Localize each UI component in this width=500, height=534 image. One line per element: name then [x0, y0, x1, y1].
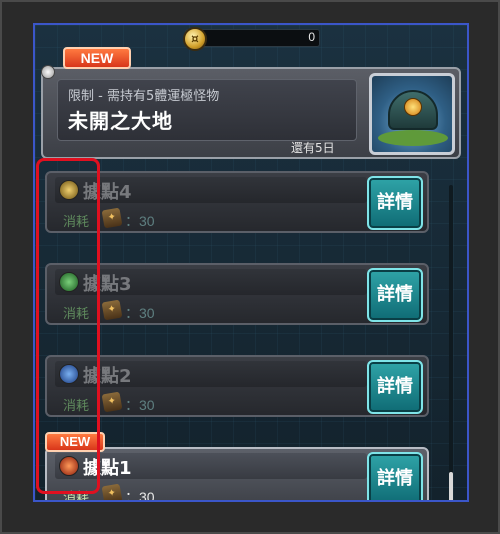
ground-shape — [378, 130, 448, 146]
stamina-icon: ✦ — [101, 299, 123, 321]
scrollbar-thumb[interactable] — [449, 472, 453, 500]
base-row-4[interactable]: 據點4 消耗 ✦ ：30 詳情 — [45, 171, 429, 233]
cost-value: ：30 — [125, 397, 155, 413]
stamina-icon: ✦ — [101, 207, 123, 229]
remaining-days: 還有5日 — [291, 141, 335, 155]
stage-condition: 限制 - 需持有5體運極怪物 — [68, 89, 220, 104]
stage-thumbnail — [369, 73, 455, 155]
base-row-3[interactable]: 據點3 消耗 ✦ ：30 詳情 — [45, 263, 429, 325]
stage-title: 未開之大地 — [68, 109, 173, 133]
scrollbar-track[interactable] — [449, 185, 453, 485]
currency-count: 0 — [308, 30, 315, 44]
base-row-2[interactable]: 據點2 消耗 ✦ ：30 詳情 — [45, 355, 429, 417]
detail-button[interactable]: 詳情 — [367, 360, 423, 414]
new-badge: NEW — [63, 47, 131, 69]
stamina-icon: ✦ — [101, 483, 123, 500]
emblem-icon — [404, 98, 422, 116]
detail-button[interactable]: 詳情 — [367, 176, 423, 230]
stage-info-panel: 限制 - 需持有5體運極怪物 未開之大地 — [57, 79, 357, 141]
coin-icon: ¤ — [183, 27, 207, 51]
base-row-1[interactable]: 據點1 消耗 ✦ ：30 詳情 — [45, 447, 429, 502]
cost-value: ：30 — [125, 489, 155, 502]
highlight-annotation — [36, 158, 100, 494]
detail-button[interactable]: 詳情 — [367, 268, 423, 322]
cost-value: ：30 — [125, 213, 155, 229]
pin-icon — [41, 65, 55, 79]
cost-value: ：30 — [125, 305, 155, 321]
stage-header-card[interactable]: 限制 - 需持有5體運極怪物 未開之大地 還有5日 — [41, 67, 461, 159]
stamina-icon: ✦ — [101, 391, 123, 413]
detail-button[interactable]: 詳情 — [367, 452, 423, 500]
app-frame: ¤ 0 限制 - 需持有5體運極怪物 未開之大地 還有5日 NEW 據點4 消耗… — [0, 0, 500, 534]
